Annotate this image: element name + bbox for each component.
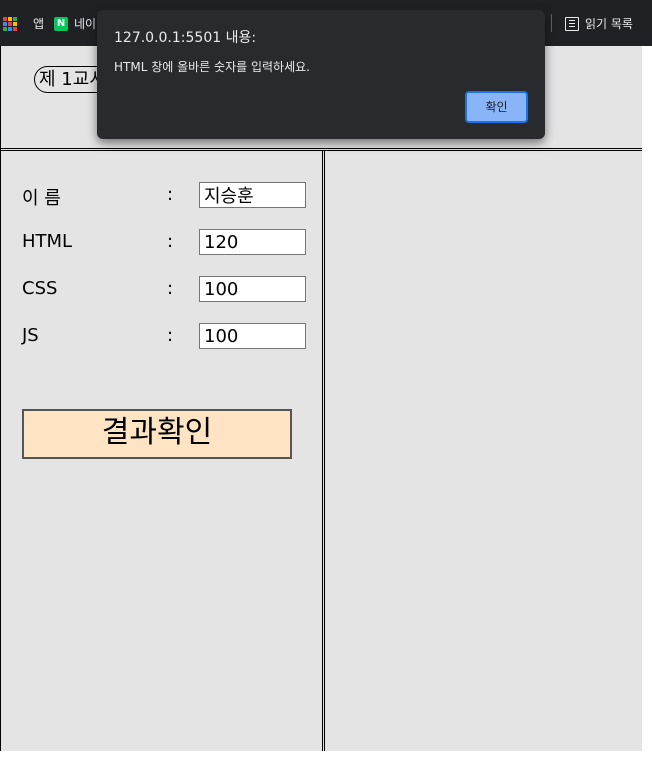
name-label: 이 름 xyxy=(22,188,61,209)
dialog-message: HTML 창에 올바른 숫자를 입력하세요. xyxy=(114,60,310,74)
page-content: 제 1교시 이 름 : HTML : CSS : JS : 결과확인 xyxy=(0,46,642,751)
reading-list-label: 읽기 목록 xyxy=(585,17,633,31)
css-score-input[interactable] xyxy=(199,276,306,302)
dialog-title: 127.0.0.1:5501 내용: xyxy=(114,30,257,46)
result-check-button[interactable]: 결과확인 xyxy=(22,409,292,459)
apps-label: 앱 xyxy=(33,17,45,31)
bookmark-naver[interactable]: N 네이 xyxy=(54,15,96,32)
name-input[interactable] xyxy=(199,182,306,208)
bookmark-separator xyxy=(551,14,552,32)
apps-grid-icon xyxy=(3,16,17,31)
ok-button[interactable]: 확인 xyxy=(465,91,528,123)
name-colon: : xyxy=(167,184,174,205)
js-row: JS : xyxy=(22,323,312,349)
naver-label: 네이 xyxy=(74,17,97,31)
alert-dialog: 127.0.0.1:5501 내용: HTML 창에 올바른 숫자를 입력하세요… xyxy=(97,10,545,139)
vertical-divider xyxy=(322,150,325,751)
html-label: HTML xyxy=(22,231,73,252)
reading-list-button[interactable]: 읽기 목록 xyxy=(565,15,633,32)
css-label: CSS xyxy=(22,278,58,299)
name-row: 이 름 : xyxy=(22,182,312,209)
js-colon: : xyxy=(167,325,174,346)
css-colon: : xyxy=(167,278,174,299)
naver-icon: N xyxy=(54,16,68,31)
css-row: CSS : xyxy=(22,276,312,302)
html-row: HTML : xyxy=(22,229,312,255)
bookmark-apps[interactable]: 앱 xyxy=(3,15,44,32)
reading-list-icon xyxy=(565,16,579,31)
html-score-input[interactable] xyxy=(199,229,306,255)
js-label: JS xyxy=(22,325,39,346)
js-score-input[interactable] xyxy=(199,323,306,349)
tab-strip xyxy=(0,0,652,8)
html-colon: : xyxy=(167,231,174,252)
